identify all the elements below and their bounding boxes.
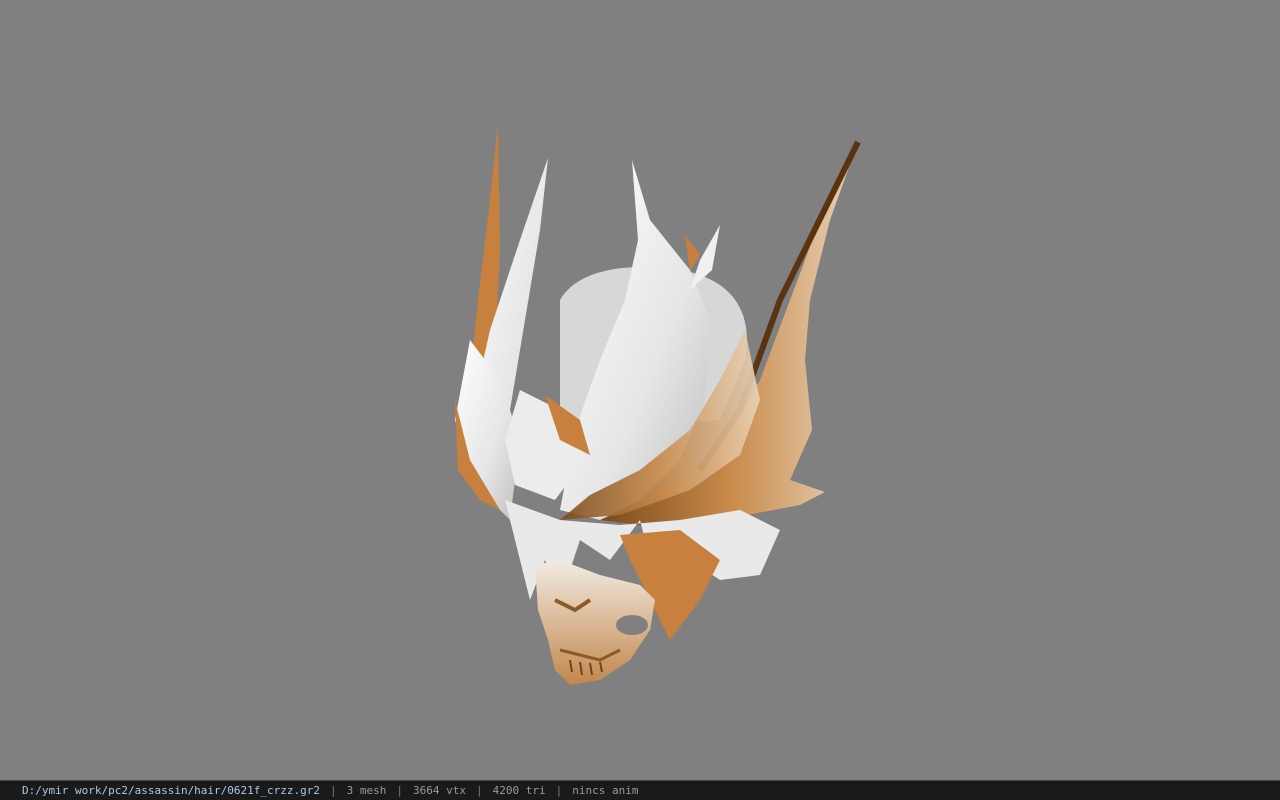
separator: | bbox=[555, 784, 563, 797]
status-bar: D:/ymir work/pc2/assassin/hair/0621f_crz… bbox=[0, 780, 1280, 800]
file-path: D:/ymir work/pc2/assassin/hair/0621f_crz… bbox=[22, 784, 321, 797]
3d-viewport[interactable] bbox=[0, 0, 1280, 780]
vertex-count: 3664 vtx bbox=[413, 784, 466, 797]
separator: | bbox=[330, 784, 337, 797]
separator: | bbox=[476, 784, 483, 797]
hair-model-render bbox=[455, 124, 861, 685]
animation-status: nincs anim bbox=[572, 784, 639, 797]
mesh-count: 3 mesh bbox=[346, 784, 387, 797]
triangle-count: 4200 tri bbox=[492, 784, 546, 797]
separator: | bbox=[396, 784, 404, 797]
